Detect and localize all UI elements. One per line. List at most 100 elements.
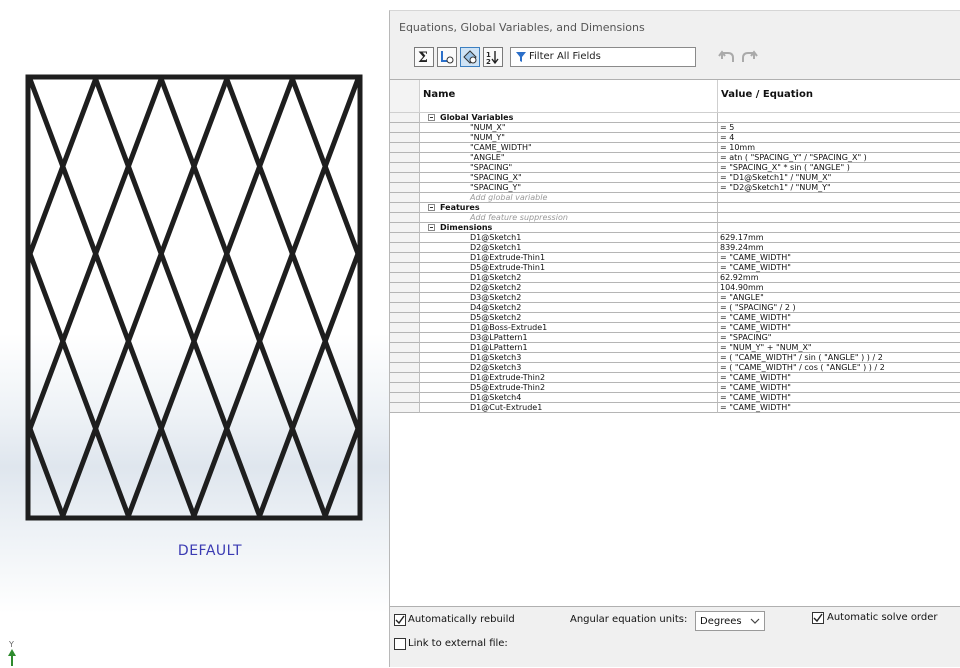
- row-selector[interactable]: [390, 383, 420, 393]
- row-selector[interactable]: [390, 393, 420, 403]
- value-cell[interactable]: = "CAME_WIDTH": [718, 393, 960, 403]
- table-row[interactable]: D2@Sketch1 839.24mm: [390, 243, 960, 253]
- name-cell[interactable]: Features: [420, 203, 718, 213]
- value-cell[interactable]: = ( "SPACING" / 2 ): [718, 303, 960, 313]
- name-cell[interactable]: "NUM_Y": [420, 133, 718, 143]
- table-row[interactable]: D1@Boss-Extrude1 = "CAME_WIDTH": [390, 323, 960, 333]
- table-row[interactable]: D1@LPattern1 = "NUM_Y" + "NUM_X": [390, 343, 960, 353]
- row-selector[interactable]: [390, 173, 420, 183]
- row-selector[interactable]: [390, 363, 420, 373]
- name-cell[interactable]: D2@Sketch1: [420, 243, 718, 253]
- name-cell[interactable]: Add global variable: [420, 193, 718, 203]
- value-cell[interactable]: = "CAME_WIDTH": [718, 403, 960, 413]
- row-selector[interactable]: [390, 213, 420, 223]
- name-cell[interactable]: D1@Sketch3: [420, 353, 718, 363]
- table-row[interactable]: D1@Extrude-Thin1 = "CAME_WIDTH": [390, 253, 960, 263]
- row-selector[interactable]: [390, 353, 420, 363]
- name-cell[interactable]: D1@Extrude-Thin1: [420, 253, 718, 263]
- value-cell[interactable]: = "D1@Sketch1" / "NUM_X": [718, 173, 960, 183]
- undo-icon[interactable]: [718, 49, 736, 65]
- table-row[interactable]: "NUM_Y" = 4: [390, 133, 960, 143]
- collapse-icon[interactable]: [428, 224, 435, 231]
- value-cell[interactable]: = "CAME_WIDTH": [718, 373, 960, 383]
- row-selector[interactable]: [390, 403, 420, 413]
- value-cell[interactable]: 62.92mm: [718, 273, 960, 283]
- table-row[interactable]: D5@Extrude-Thin1 = "CAME_WIDTH": [390, 263, 960, 273]
- auto-rebuild-checkbox[interactable]: [394, 614, 406, 626]
- value-cell[interactable]: = "CAME_WIDTH": [718, 313, 960, 323]
- auto-solve-checkbox[interactable]: [812, 612, 824, 624]
- value-cell[interactable]: = ( "CAME_WIDTH" / sin ( "ANGLE" ) ) / 2: [718, 353, 960, 363]
- name-cell[interactable]: D5@Extrude-Thin2: [420, 383, 718, 393]
- row-selector[interactable]: [390, 233, 420, 243]
- name-cell[interactable]: D4@Sketch2: [420, 303, 718, 313]
- name-cell[interactable]: "NUM_X": [420, 123, 718, 133]
- name-cell[interactable]: "SPACING_X": [420, 173, 718, 183]
- value-cell[interactable]: = 5: [718, 123, 960, 133]
- name-cell[interactable]: D1@LPattern1: [420, 343, 718, 353]
- name-column-header[interactable]: Name: [420, 80, 718, 112]
- row-selector[interactable]: [390, 193, 420, 203]
- row-selector[interactable]: [390, 313, 420, 323]
- collapse-icon[interactable]: [428, 204, 435, 211]
- table-row[interactable]: D3@LPattern1 = "SPACING": [390, 333, 960, 343]
- row-selector[interactable]: [390, 263, 420, 273]
- row-selector[interactable]: [390, 273, 420, 283]
- name-cell[interactable]: Dimensions: [420, 223, 718, 233]
- link-external-checkbox[interactable]: [394, 638, 406, 650]
- table-row[interactable]: D1@Cut-Extrude1 = "CAME_WIDTH": [390, 403, 960, 413]
- name-cell[interactable]: D1@Sketch1: [420, 233, 718, 243]
- value-column-header[interactable]: Value / Equation: [718, 80, 960, 112]
- table-row[interactable]: D1@Extrude-Thin2 = "CAME_WIDTH": [390, 373, 960, 383]
- section-row[interactable]: Features: [390, 203, 960, 213]
- name-cell[interactable]: D1@Sketch2: [420, 273, 718, 283]
- name-cell[interactable]: "ANGLE": [420, 153, 718, 163]
- name-cell[interactable]: D3@Sketch2: [420, 293, 718, 303]
- value-cell[interactable]: = atn ( "SPACING_Y" / "SPACING_X" ): [718, 153, 960, 163]
- table-row[interactable]: D4@Sketch2 = ( "SPACING" / 2 ): [390, 303, 960, 313]
- value-cell[interactable]: = "SPACING": [718, 333, 960, 343]
- table-row[interactable]: D1@Sketch4 = "CAME_WIDTH": [390, 393, 960, 403]
- sketch-equation-view-button[interactable]: [437, 47, 457, 67]
- section-row[interactable]: Dimensions: [390, 223, 960, 233]
- name-cell[interactable]: D1@Cut-Extrude1: [420, 403, 718, 413]
- row-selector[interactable]: [390, 303, 420, 313]
- name-cell[interactable]: "CAME_WIDTH": [420, 143, 718, 153]
- row-selector[interactable]: [390, 333, 420, 343]
- dimension-view-button[interactable]: [460, 47, 480, 67]
- row-selector[interactable]: [390, 183, 420, 193]
- table-row[interactable]: "CAME_WIDTH" = 10mm: [390, 143, 960, 153]
- name-cell[interactable]: Add feature suppression: [420, 213, 718, 223]
- ordered-view-button[interactable]: 1 2: [483, 47, 503, 67]
- value-cell[interactable]: [718, 223, 960, 233]
- name-cell[interactable]: Global Variables: [420, 113, 718, 123]
- value-cell[interactable]: [718, 203, 960, 213]
- angular-units-select[interactable]: Degrees: [695, 611, 765, 631]
- value-cell[interactable]: 629.17mm: [718, 233, 960, 243]
- value-cell[interactable]: = "CAME_WIDTH": [718, 323, 960, 333]
- table-row[interactable]: D5@Sketch2 = "CAME_WIDTH": [390, 313, 960, 323]
- value-cell[interactable]: [718, 113, 960, 123]
- value-cell[interactable]: [718, 193, 960, 203]
- add-row[interactable]: Add feature suppression: [390, 213, 960, 223]
- row-selector[interactable]: [390, 203, 420, 213]
- row-selector[interactable]: [390, 123, 420, 133]
- value-cell[interactable]: = 10mm: [718, 143, 960, 153]
- value-cell[interactable]: = "D2@Sketch1" / "NUM_Y": [718, 183, 960, 193]
- value-cell[interactable]: 104.90mm: [718, 283, 960, 293]
- filter-input[interactable]: Filter All Fields: [510, 47, 696, 67]
- table-row[interactable]: "SPACING" = "SPACING_X" * sin ( "ANGLE" ): [390, 163, 960, 173]
- table-row[interactable]: D2@Sketch3 = ( "CAME_WIDTH" / cos ( "ANGL…: [390, 363, 960, 373]
- name-cell[interactable]: D5@Extrude-Thin1: [420, 263, 718, 273]
- table-row[interactable]: "NUM_X" = 5: [390, 123, 960, 133]
- collapse-icon[interactable]: [428, 114, 435, 121]
- value-cell[interactable]: [718, 213, 960, 223]
- name-cell[interactable]: D1@Boss-Extrude1: [420, 323, 718, 333]
- value-cell[interactable]: = "CAME_WIDTH": [718, 383, 960, 393]
- row-selector[interactable]: [390, 163, 420, 173]
- table-row[interactable]: D2@Sketch2 104.90mm: [390, 283, 960, 293]
- table-row[interactable]: D1@Sketch1 629.17mm: [390, 233, 960, 243]
- row-selector[interactable]: [390, 323, 420, 333]
- name-cell[interactable]: D3@LPattern1: [420, 333, 718, 343]
- equations-table[interactable]: Name Value / Equation Global Variables "N…: [390, 79, 960, 607]
